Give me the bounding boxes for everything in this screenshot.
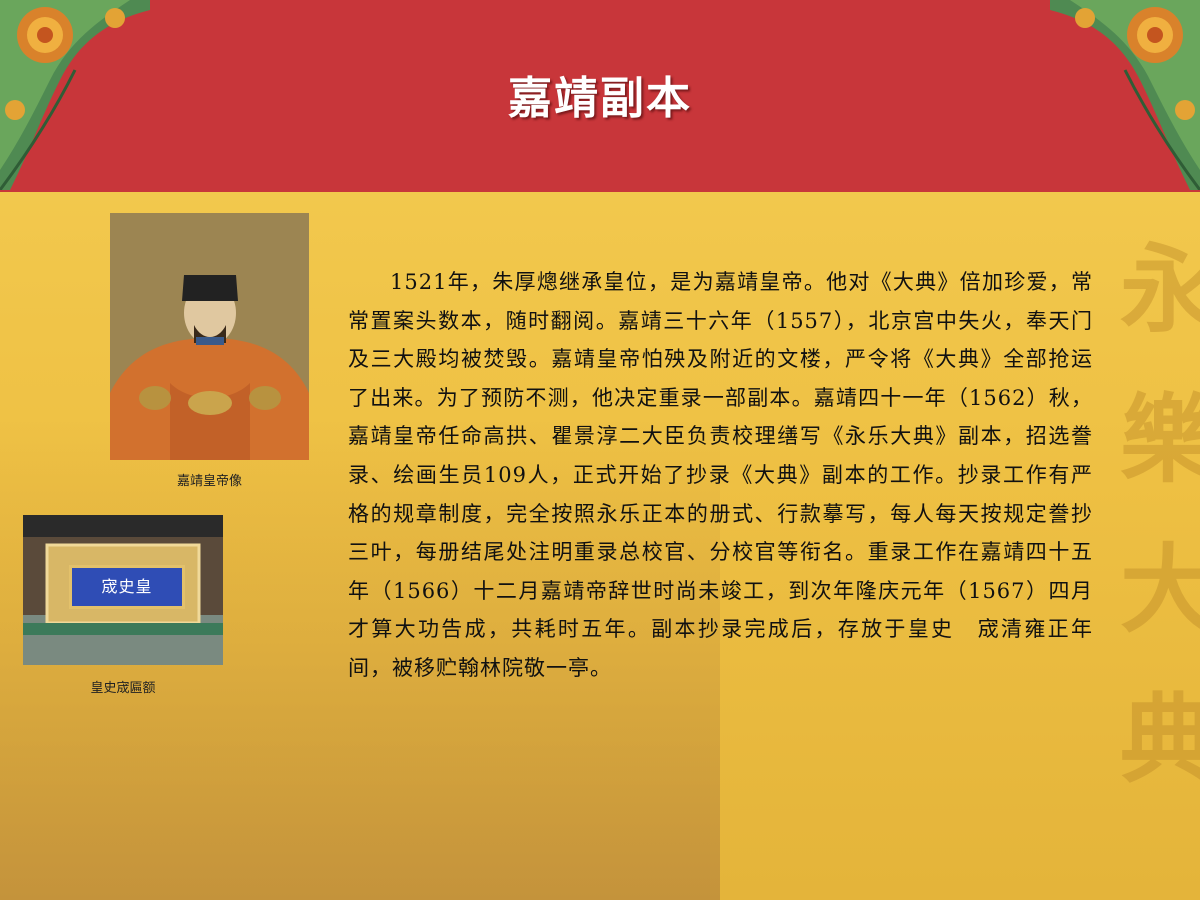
article-paragraph: 1521年，朱厚熜继承皇位，是为嘉靖皇帝。他对《大典》倍加珍爱，常常置案头数本，… [348, 270, 1093, 680]
portrait-caption: 嘉靖皇帝像 [176, 474, 242, 489]
article-body: 1521年，朱厚熜继承皇位，是为嘉靖皇帝。他对《大典》倍加珍爱，常常置案头数本，… [348, 263, 1093, 688]
huangshicheng-plaque-image: 宬史皇 [23, 515, 223, 665]
page-title: 嘉靖副本 [508, 73, 692, 124]
plaque-caption: 皇史宬匾额 [90, 681, 156, 696]
yongle-dadian-watermark: 永樂大典 [1120, 233, 1200, 796]
plaque-inscription: 宬史皇 [69, 565, 185, 609]
emperor-portrait-image [110, 213, 309, 460]
portrait-figure-icon [110, 213, 309, 460]
